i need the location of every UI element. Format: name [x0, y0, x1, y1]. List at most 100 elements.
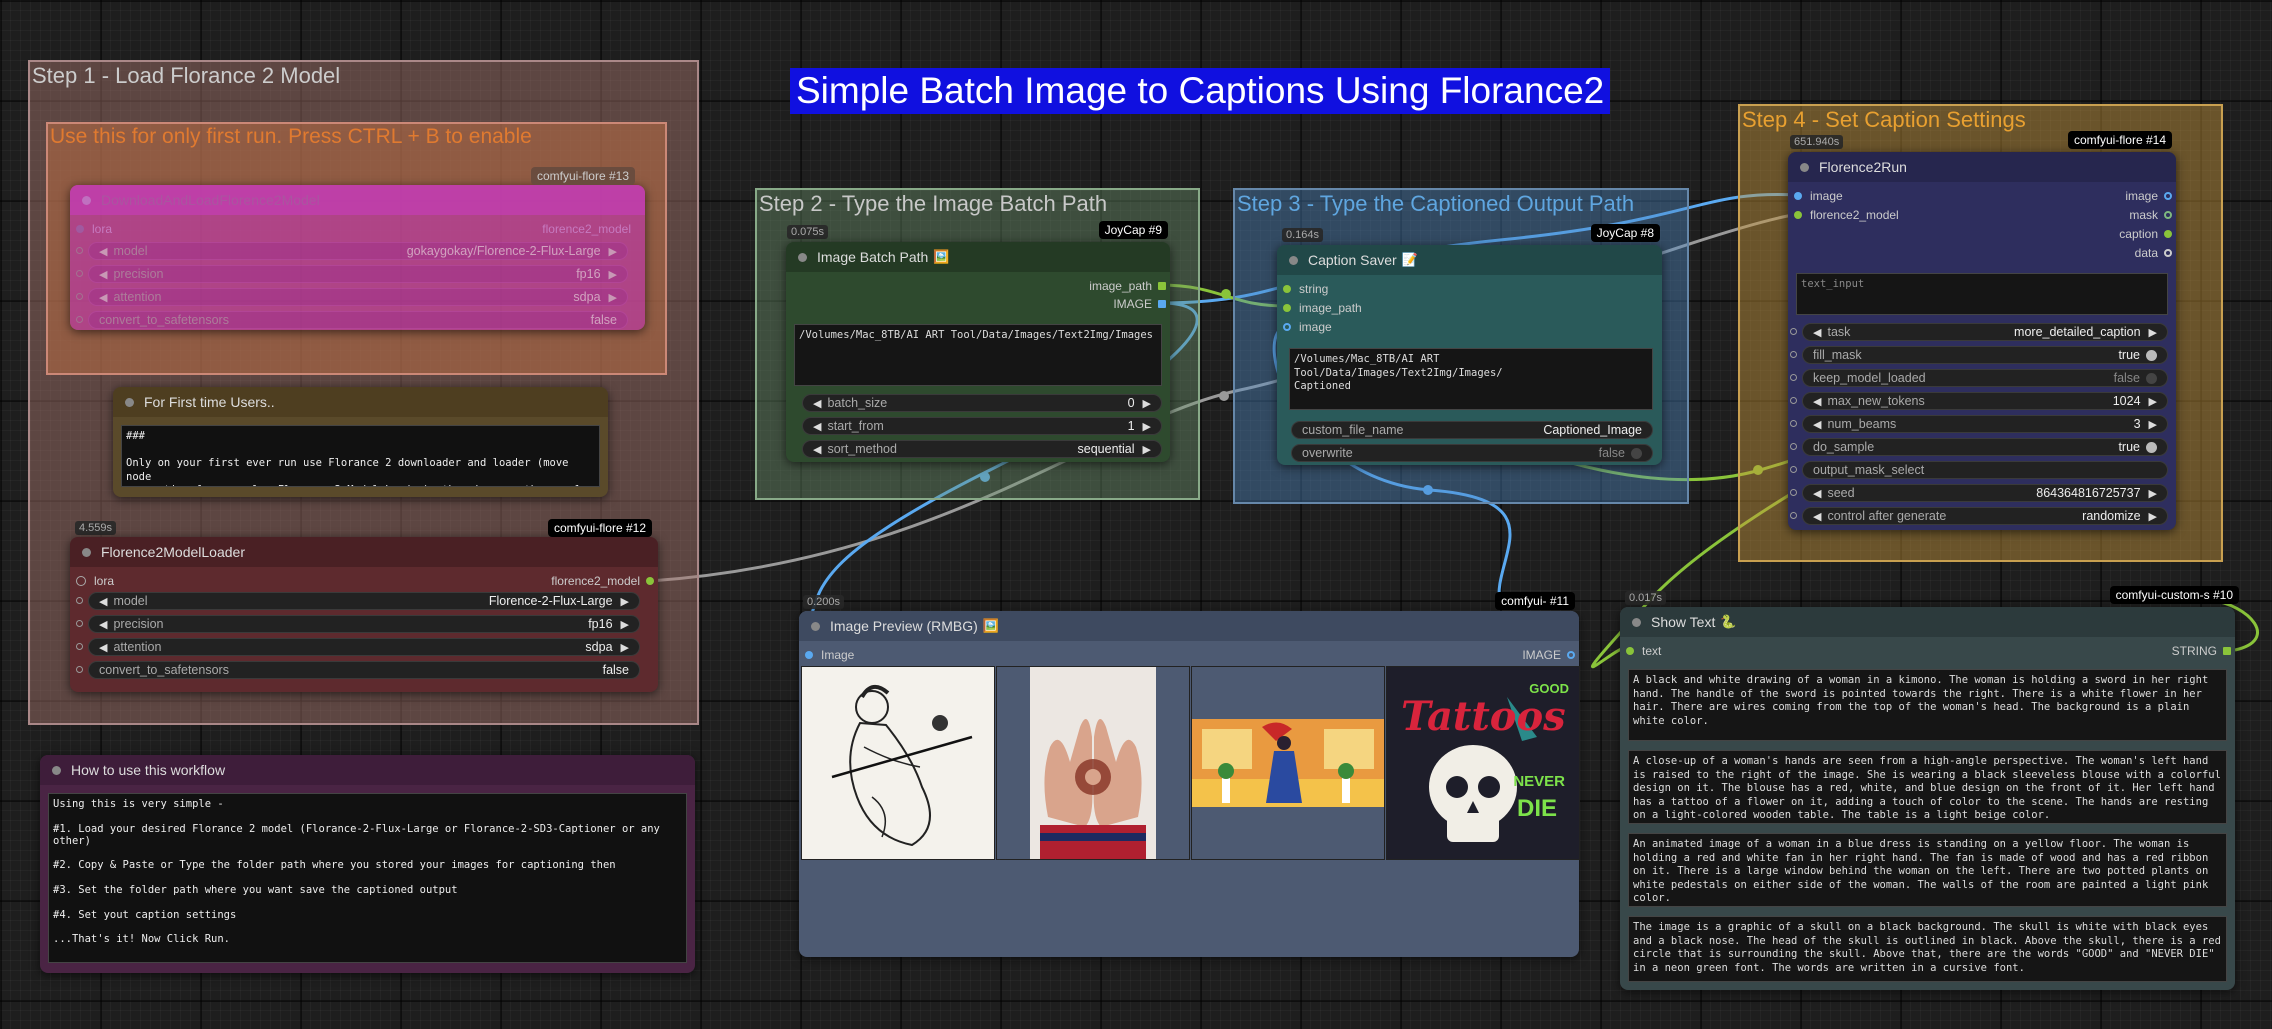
- chevron-right-icon[interactable]: ▶: [609, 291, 617, 304]
- chevron-left-icon[interactable]: ◀: [813, 397, 821, 410]
- run-input-model[interactable]: florence2_model: [1794, 208, 1899, 222]
- chevron-left-icon[interactable]: ◀: [99, 291, 107, 304]
- run-widget-max-new-tokens[interactable]: ◀ max_new_tokens 1024 ▶: [1790, 392, 2168, 410]
- run-widget-do-sample[interactable]: do_sample true: [1790, 438, 2168, 456]
- chevron-right-icon[interactable]: ▶: [621, 641, 629, 654]
- widget-input-dot[interactable]: [76, 643, 83, 650]
- loader-widget-precision[interactable]: ◀ precision fp16 ▶: [76, 615, 640, 633]
- widget-input-dot[interactable]: [1790, 397, 1797, 404]
- first-time-note-text[interactable]: ### Only on your first ever run use Flor…: [121, 425, 600, 487]
- loader-widget-model[interactable]: ◀ model Florence-2-Flux-Large ▶: [76, 592, 640, 610]
- how-to-text[interactable]: Using this is very simple - #1. Load you…: [48, 793, 687, 963]
- run-widget-seed[interactable]: ◀ seed 864364816725737 ▶: [1790, 484, 2168, 502]
- chevron-right-icon[interactable]: ▶: [2149, 326, 2157, 339]
- chevron-right-icon[interactable]: ▶: [2149, 487, 2157, 500]
- run-widget-task[interactable]: ◀ task more_detailed_caption ▶: [1790, 323, 2168, 341]
- toggle-knob-icon[interactable]: [1631, 447, 1642, 459]
- show-text-output-1[interactable]: A black and white drawing of a woman in …: [1628, 669, 2227, 741]
- loader-output-slot[interactable]: florence2_model: [551, 574, 654, 588]
- show-text-input[interactable]: text: [1626, 644, 1661, 658]
- widget-input-dot[interactable]: [76, 247, 83, 254]
- show-text-node[interactable]: Show Text 🐍 comfyui-custom-s #10 text ST…: [1620, 586, 2239, 990]
- chevron-left-icon[interactable]: ◀: [1813, 510, 1821, 523]
- widget-input-dot[interactable]: [76, 597, 83, 604]
- batch-path-field[interactable]: /Volumes/Mac_8TB/AI ART Tool/Data/Images…: [794, 324, 1162, 386]
- chevron-right-icon[interactable]: ▶: [2149, 418, 2157, 431]
- batch-output-image[interactable]: IMAGE: [1113, 297, 1166, 311]
- widget-input-dot[interactable]: [1790, 466, 1797, 473]
- widget-input-dot[interactable]: [1790, 489, 1797, 496]
- download-output-slot[interactable]: florence2_model: [542, 222, 631, 236]
- florence2-model-loader-node[interactable]: Florence2ModelLoader comfyui-flore #12 l…: [70, 519, 658, 692]
- widget-input-dot[interactable]: [1790, 351, 1797, 358]
- caption-saver-node[interactable]: Caption Saver 📝 JoyCap #8 string image_p…: [1277, 224, 1662, 465]
- first-time-note-node[interactable]: For First time Users.. ### Only on your …: [113, 387, 608, 497]
- saver-input-string[interactable]: string: [1283, 282, 1328, 296]
- loader-output-dot[interactable]: [646, 577, 654, 585]
- widget-input-dot[interactable]: [76, 316, 83, 323]
- saver-widget-custom-file-name[interactable]: custom_file_name Captioned_Image: [1291, 421, 1653, 439]
- run-output-caption[interactable]: caption: [2119, 227, 2172, 241]
- widget-input-dot[interactable]: [1790, 328, 1797, 335]
- how-to-use-node[interactable]: How to use this workflow Using this is v…: [40, 755, 695, 973]
- kimono-sketch-image[interactable]: [801, 666, 995, 860]
- widget-input-dot[interactable]: [1790, 374, 1797, 381]
- run-output-image[interactable]: image: [2125, 189, 2172, 203]
- run-widget-control-after-generate[interactable]: ◀ control after generate randomize ▶: [1790, 507, 2168, 525]
- loader-widget-convert-to-safetensors[interactable]: convert_to_safetensors false: [76, 661, 640, 679]
- download-widget-attention[interactable]: ◀ attention sdpa ▶: [76, 288, 628, 306]
- batch-widget-batch-size[interactable]: ◀ batch_size 0 ▶: [802, 394, 1162, 412]
- download-lora-slot[interactable]: lora: [76, 222, 112, 236]
- show-text-output-4[interactable]: The image is a graphic of a skull on a b…: [1628, 916, 2227, 982]
- run-widget-num-beams[interactable]: ◀ num_beams 3 ▶: [1790, 415, 2168, 433]
- toggle-knob-icon[interactable]: [2146, 349, 2157, 361]
- saver-input-image[interactable]: image: [1283, 320, 1332, 334]
- chevron-left-icon[interactable]: ◀: [99, 618, 107, 631]
- loader-lora-slot[interactable]: lora: [76, 574, 114, 588]
- widget-input-dot[interactable]: [1790, 512, 1797, 519]
- batch-widget-sort-method[interactable]: ◀ sort_method sequential ▶: [802, 440, 1162, 458]
- chevron-right-icon[interactable]: ▶: [2149, 510, 2157, 523]
- toggle-knob-icon[interactable]: [2146, 441, 2157, 453]
- chevron-left-icon[interactable]: ◀: [99, 245, 107, 258]
- loader-widget-attention[interactable]: ◀ attention sdpa ▶: [76, 638, 640, 656]
- chevron-left-icon[interactable]: ◀: [99, 595, 107, 608]
- chevron-right-icon[interactable]: ▶: [621, 618, 629, 631]
- chevron-right-icon[interactable]: ▶: [621, 595, 629, 608]
- widget-input-dot[interactable]: [76, 620, 83, 627]
- tattoos-skull-image[interactable]: GOOD Tattoos NEVER DIE: [1386, 666, 1580, 860]
- preview-input-image[interactable]: Image: [805, 648, 854, 662]
- image-batch-path-node[interactable]: Image Batch Path 🖼️ JoyCap #9 image_path…: [786, 221, 1170, 462]
- preview-output-image[interactable]: IMAGE: [1522, 648, 1575, 662]
- image-preview-node[interactable]: Image Preview (RMBG) 🖼️ comfyui- #11 Ima…: [799, 592, 1580, 957]
- widget-input-dot[interactable]: [76, 666, 83, 673]
- saver-input-image-path[interactable]: image_path: [1283, 301, 1362, 315]
- download-widget-precision[interactable]: ◀ precision fp16 ▶: [76, 265, 628, 283]
- widget-input-dot[interactable]: [1790, 443, 1797, 450]
- download-widget-convert-to-safetensors[interactable]: convert_to_safetensors false: [76, 311, 628, 329]
- run-widget-output-mask-select[interactable]: output_mask_select: [1790, 461, 2168, 479]
- chevron-right-icon[interactable]: ▶: [1143, 420, 1151, 433]
- saver-widget-overwrite[interactable]: overwrite false: [1291, 444, 1653, 462]
- run-widget-fill-mask[interactable]: fill_mask true: [1790, 346, 2168, 364]
- run-widget-keep-model-loaded[interactable]: keep_model_loaded false: [1790, 369, 2168, 387]
- run-output-data[interactable]: data: [2135, 246, 2172, 260]
- chevron-left-icon[interactable]: ◀: [1813, 487, 1821, 500]
- widget-input-dot[interactable]: [76, 293, 83, 300]
- henna-hands-image[interactable]: [996, 666, 1190, 860]
- chevron-left-icon[interactable]: ◀: [1813, 326, 1821, 339]
- chevron-left-icon[interactable]: ◀: [99, 268, 107, 281]
- chevron-left-icon[interactable]: ◀: [813, 420, 821, 433]
- widget-input-dot[interactable]: [76, 270, 83, 277]
- download-widget-model[interactable]: ◀ model gokaygokay/Florence-2-Flux-Large ▶: [76, 242, 628, 260]
- chevron-left-icon[interactable]: ◀: [1813, 395, 1821, 408]
- run-output-mask[interactable]: mask: [2129, 208, 2172, 222]
- saver-path-field[interactable]: /Volumes/Mac_8TB/AI ART Tool/Data/Images…: [1289, 348, 1653, 410]
- toggle-knob-icon[interactable]: [2146, 372, 2157, 384]
- batch-output-image-path[interactable]: image_path: [1089, 279, 1166, 293]
- chevron-left-icon[interactable]: ◀: [1813, 418, 1821, 431]
- download-load-florence-node[interactable]: DownloadAndLoadFlorence2Model comfyui-fl…: [70, 167, 645, 330]
- show-text-output-2[interactable]: A close-up of a woman's hands are seen f…: [1628, 750, 2227, 824]
- batch-widget-start-from[interactable]: ◀ start_from 1 ▶: [802, 417, 1162, 435]
- show-text-output[interactable]: STRING: [2172, 644, 2231, 658]
